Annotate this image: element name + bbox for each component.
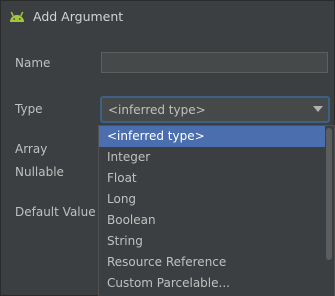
dropdown-option-string[interactable]: String bbox=[99, 231, 325, 252]
name-field[interactable] bbox=[101, 52, 328, 73]
dropdown-option-boolean[interactable]: Boolean bbox=[99, 210, 325, 231]
title-bar: Add Argument bbox=[1, 1, 334, 33]
array-label: Array bbox=[15, 142, 48, 156]
dropdown-scrollbar-thumb[interactable] bbox=[326, 128, 332, 260]
android-icon bbox=[9, 9, 25, 23]
dropdown-option-resource-reference[interactable]: Resource Reference bbox=[99, 252, 325, 273]
dropdown-option-inferred-type[interactable]: <inferred type> bbox=[99, 126, 325, 147]
nullable-label: Nullable bbox=[15, 165, 64, 179]
dropdown-option-custom-parcelable[interactable]: Custom Parcelable... bbox=[99, 273, 325, 294]
dropdown-scrollbar[interactable] bbox=[325, 126, 334, 296]
type-combobox[interactable]: <inferred type> bbox=[100, 96, 330, 123]
dropdown-option-integer[interactable]: Integer bbox=[99, 147, 325, 168]
type-label: Type bbox=[15, 102, 43, 116]
default-value-label: Default Value bbox=[15, 205, 96, 219]
chevron-down-icon[interactable] bbox=[313, 106, 323, 112]
dialog-title: Add Argument bbox=[33, 9, 124, 24]
type-dropdown-list[interactable]: <inferred type> Integer Float Long Boole… bbox=[98, 125, 335, 296]
name-label: Name bbox=[15, 56, 51, 70]
dropdown-option-long[interactable]: Long bbox=[99, 189, 325, 210]
add-argument-dialog: Add Argument Name Type <inferred type> A… bbox=[0, 0, 335, 296]
dropdown-option-float[interactable]: Float bbox=[99, 168, 325, 189]
type-combobox-value: <inferred type> bbox=[108, 103, 206, 117]
